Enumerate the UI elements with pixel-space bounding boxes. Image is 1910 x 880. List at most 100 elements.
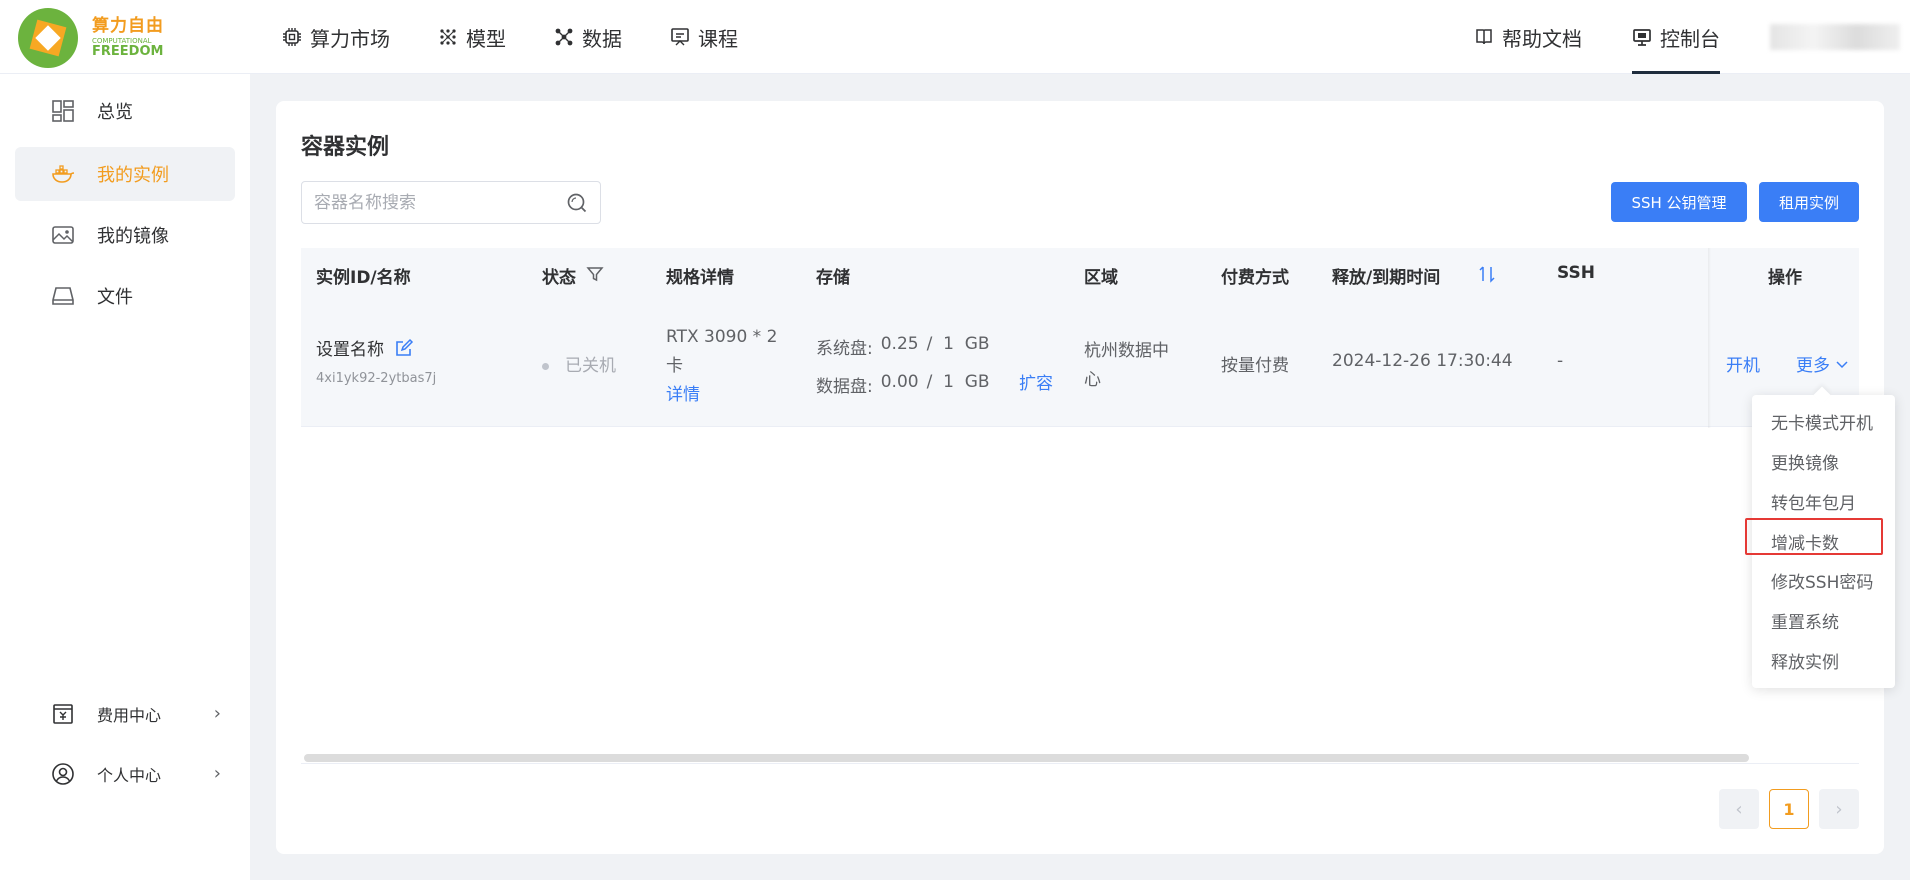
page-title: 容器实例 <box>301 135 390 160</box>
sidebar-item-label: 个人中心 <box>97 766 162 785</box>
instance-name: 设置名称 <box>316 340 384 360</box>
horizontal-scrollbar[interactable] <box>304 754 1749 762</box>
nav-label: 课程 <box>698 26 738 51</box>
expand-storage-link[interactable]: 扩容 <box>1019 369 1053 394</box>
container-icon <box>52 165 75 183</box>
menu-item-change-ssh-password[interactable]: 修改SSH密码 <box>1771 568 1873 593</box>
instance-name-cell: 设置名称 <box>316 335 414 360</box>
top-navbar: 算力自由 COMPUTATIONAL FREEDOM 算力市场 模型 数据 课程… <box>0 0 1910 74</box>
nav-label: 控制台 <box>1660 26 1720 51</box>
sidebar-item-files[interactable]: 文件 <box>15 269 235 323</box>
col-header-release-time: 释放/到期时间 <box>1332 268 1441 288</box>
menu-item-release-instance[interactable]: 释放实例 <box>1771 648 1839 673</box>
system-disk-label: 系统盘: <box>816 339 873 359</box>
sidebar-item-overview[interactable]: 总览 <box>15 84 235 138</box>
chevron-right-icon: › <box>213 703 221 724</box>
col-header-spec: 规格详情 <box>666 268 734 288</box>
more-label: 更多 <box>1796 356 1830 376</box>
spec-unit: 卡 <box>666 356 683 376</box>
image-icon <box>52 226 74 244</box>
col-header-ssh: SSH <box>1557 263 1595 283</box>
sidebar-item-profile[interactable]: 个人中心 › <box>15 747 235 801</box>
edit-icon[interactable] <box>394 338 414 358</box>
nav-label: 帮助文档 <box>1502 26 1582 51</box>
sidebar-item-label: 我的镜像 <box>97 226 169 247</box>
pay-method: 按量付费 <box>1221 356 1289 376</box>
sidebar-item-label: 我的实例 <box>97 165 169 186</box>
nav-label: 模型 <box>466 26 506 51</box>
ssh-key-manage-button[interactable]: SSH 公钥管理 <box>1611 182 1747 222</box>
instances-card: 容器实例 SSH 公钥管理 租用实例 实例ID/名称 状态 规格详情 存储 区域… <box>276 101 1884 854</box>
search-icon[interactable] <box>566 192 588 214</box>
start-button[interactable]: 开机 <box>1726 351 1760 376</box>
region-line-1: 杭州数据中 <box>1084 341 1169 361</box>
sort-icon[interactable] <box>1478 264 1496 284</box>
logo-mark-icon <box>18 8 78 68</box>
filter-icon[interactable] <box>586 265 604 283</box>
nav-help-docs[interactable]: 帮助文档 <box>1474 0 1582 74</box>
nav-courses[interactable]: 课程 <box>670 23 738 52</box>
region-cell: 杭州数据中 心 <box>1084 337 1169 395</box>
brand-logo[interactable]: 算力自由 COMPUTATIONAL FREEDOM <box>18 8 164 68</box>
dashboard-icon <box>52 100 74 122</box>
nav-label: 数据 <box>582 26 622 51</box>
col-header-region: 区域 <box>1084 268 1118 288</box>
more-dropdown-trigger[interactable]: 更多 <box>1796 351 1849 376</box>
status-badge: 已关机 <box>565 356 616 376</box>
sidebar-item-my-images[interactable]: 我的镜像 <box>15 208 235 262</box>
search-input[interactable] <box>302 182 552 223</box>
sidebar-item-billing[interactable]: 费用中心 › <box>15 687 235 741</box>
rent-instance-button[interactable]: 租用实例 <box>1759 182 1859 222</box>
system-disk: 系统盘: 0.25 / 1 GB <box>816 334 1066 359</box>
fixed-column-shadow <box>1708 248 1711 428</box>
nav-compute-market[interactable]: 算力市场 <box>282 23 390 52</box>
monitor-icon <box>1633 29 1651 46</box>
sidebar-item-label: 文件 <box>97 287 133 308</box>
nav-models[interactable]: 模型 <box>438 23 506 52</box>
prev-page-button[interactable]: ‹ <box>1719 789 1759 829</box>
ssh-value: - <box>1557 351 1564 371</box>
sidebar: 总览 我的实例 我的镜像 文件 费用中心 › 个人中心 › <box>0 74 250 880</box>
nav-data[interactable]: 数据 <box>554 23 622 52</box>
drive-icon <box>52 287 74 305</box>
nav-console[interactable]: 控制台 <box>1632 0 1720 74</box>
nav-label: 算力市场 <box>310 26 390 51</box>
user-circle-icon <box>52 763 74 785</box>
user-account-blurred[interactable] <box>1770 24 1900 50</box>
next-page-button[interactable]: › <box>1819 789 1859 829</box>
course-icon <box>671 28 689 46</box>
status-cell: 已关机 <box>542 351 616 376</box>
data-disk-total: / 1 GB <box>926 372 990 392</box>
logo-name-en: FREEDOM <box>92 44 164 59</box>
billing-icon <box>53 704 73 724</box>
system-disk-value: 0.25 <box>880 334 919 354</box>
page-1-button[interactable]: 1 <box>1769 789 1809 829</box>
menu-item-convert-monthly[interactable]: 转包年包月 <box>1771 489 1856 514</box>
menu-item-reset-system[interactable]: 重置系统 <box>1771 608 1839 633</box>
search-box <box>301 181 601 224</box>
menu-item-change-image[interactable]: 更换镜像 <box>1771 449 1839 474</box>
chevron-down-icon <box>1836 360 1848 368</box>
data-disk-value: 0.00 <box>880 372 919 392</box>
logo-name-cn: 算力自由 <box>92 16 164 36</box>
spec-cell: RTX 3090 * 2 卡 详情 <box>666 323 777 410</box>
sidebar-item-label: 总览 <box>97 102 133 123</box>
instance-id: 4xi1yk92-2ytbas7j <box>316 371 437 386</box>
release-time: 2024-12-26 17:30:44 <box>1332 351 1513 371</box>
menu-item-start-no-gpu[interactable]: 无卡模式开机 <box>1771 409 1873 434</box>
book-icon <box>1476 29 1492 45</box>
chevron-right-icon: › <box>213 763 221 784</box>
data-nodes-icon <box>555 28 573 46</box>
sidebar-item-my-instances[interactable]: 我的实例 <box>15 147 235 201</box>
region-line-2: 心 <box>1084 370 1101 390</box>
spec-detail-link[interactable]: 详情 <box>666 381 777 410</box>
col-header-id: 实例ID/名称 <box>316 268 411 288</box>
col-header-status: 状态 <box>542 268 576 288</box>
chip-icon <box>283 28 301 46</box>
col-header-pay-method: 付费方式 <box>1221 268 1289 288</box>
status-dot <box>542 362 549 370</box>
nav-right: 帮助文档 控制台 <box>1474 0 1910 74</box>
table-row: 设置名称 4xi1yk92-2ytbas7j 已关机 RTX 3090 * 2 … <box>301 300 1859 427</box>
highlight-box <box>1745 518 1883 555</box>
scroll-track <box>301 763 1859 764</box>
